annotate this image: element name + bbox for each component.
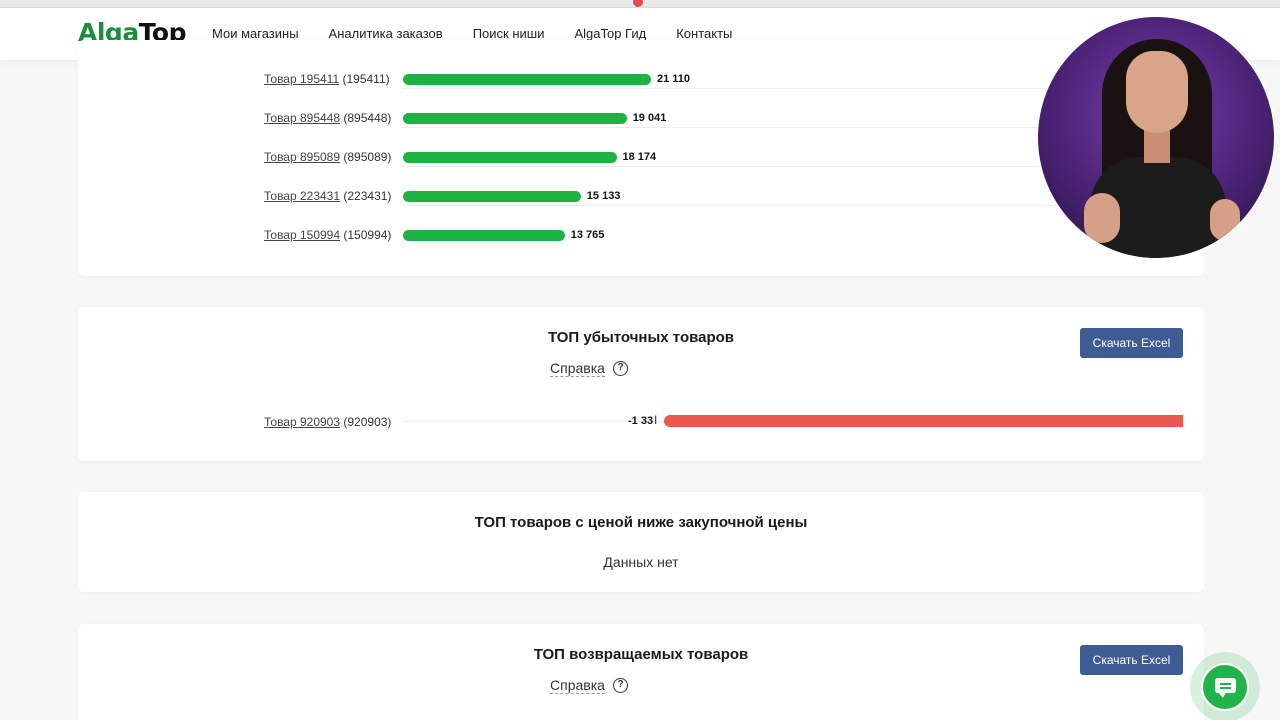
- below-purchase-price-card: ТОП товаров с ценой ниже закупочной цены…: [78, 492, 1204, 592]
- help-circle-icon[interactable]: ?: [613, 678, 628, 693]
- row-divider: [402, 205, 1164, 206]
- help-link[interactable]: Справка: [550, 360, 605, 377]
- download-excel-button[interactable]: Скачать Excel: [1080, 328, 1183, 358]
- product-id: (920903): [343, 415, 392, 429]
- returned-products-card: ТОП возвращаемых товаров Справка ? Скача…: [78, 624, 1204, 720]
- chat-button[interactable]: [1190, 652, 1260, 720]
- card-title: ТОП товаров с ценой ниже закупочной цены: [474, 514, 808, 531]
- nav-contacts[interactable]: Контакты: [676, 26, 732, 41]
- value-bar: [403, 152, 617, 163]
- help-circle-icon[interactable]: ?: [613, 361, 628, 376]
- product-id: (195411): [342, 72, 390, 86]
- product-link[interactable]: Товар 895448: [264, 111, 340, 125]
- product-id: (223431): [343, 189, 392, 203]
- nav-algatop-guide[interactable]: AlgaTop Гид: [574, 26, 646, 41]
- product-link[interactable]: Товар 920903: [264, 415, 340, 429]
- product-link[interactable]: Товар 150994: [264, 228, 340, 242]
- value-label: 13 765: [570, 229, 605, 241]
- top-products-card: Товар 195411 (195411) 21 110 Товар 89544…: [78, 40, 1204, 276]
- value-bar: [403, 191, 581, 202]
- card-title: ТОП убыточных товаров: [547, 329, 735, 346]
- product-row: Товар 895448 (895448) 19 041: [264, 108, 1164, 128]
- product-link[interactable]: Товар 223431: [264, 189, 340, 203]
- nav-my-stores[interactable]: Мои магазины: [212, 26, 299, 41]
- product-row: Товар 920903 (920903) -1 33 I: [264, 412, 1184, 432]
- value-label: 21 110: [657, 73, 691, 85]
- product-link[interactable]: Товар 895089: [264, 150, 340, 164]
- value-bar: [403, 113, 627, 124]
- help-link[interactable]: Справка: [550, 677, 605, 694]
- nav-niche-search[interactable]: Поиск ниши: [473, 26, 545, 41]
- product-id: (895448): [343, 111, 392, 125]
- value-label: -1 33: [628, 415, 654, 427]
- value-label: 19 041: [632, 112, 667, 124]
- product-row: Товар 150994 (150994) 13 765: [264, 225, 1164, 245]
- download-excel-button[interactable]: Скачать Excel: [1080, 645, 1183, 675]
- text-cursor-icon: I: [654, 413, 658, 427]
- browser-record-indicator: [633, 0, 643, 7]
- product-row: Товар 895089 (895089) 18 174: [264, 147, 1164, 167]
- negative-value-bar: [664, 415, 1183, 427]
- product-id: (150994): [343, 228, 392, 242]
- value-bar: [403, 74, 651, 85]
- nav-order-analytics[interactable]: Аналитика заказов: [329, 26, 443, 41]
- product-row: Товар 223431 (223431) 15 133: [264, 186, 1164, 206]
- product-link[interactable]: Товар 195411: [264, 72, 339, 86]
- value-bar: [403, 230, 565, 241]
- chat-icon: [1201, 663, 1249, 711]
- presenter-webcam-overlay: [1036, 15, 1276, 260]
- value-label: 15 133: [586, 190, 621, 202]
- product-row: Товар 195411 (195411) 21 110: [264, 69, 1164, 89]
- browser-chrome-strip: [0, 0, 1280, 8]
- loss-products-card: ТОП убыточных товаров Справка ? Скачать …: [78, 307, 1204, 461]
- value-label: 18 174: [622, 151, 657, 163]
- nav-links: Мои магазины Аналитика заказов Поиск ниш…: [212, 26, 762, 41]
- card-title: ТОП возвращаемых товаров: [533, 646, 749, 663]
- product-id: (895089): [343, 150, 392, 164]
- empty-state-text: Данных нет: [603, 554, 679, 570]
